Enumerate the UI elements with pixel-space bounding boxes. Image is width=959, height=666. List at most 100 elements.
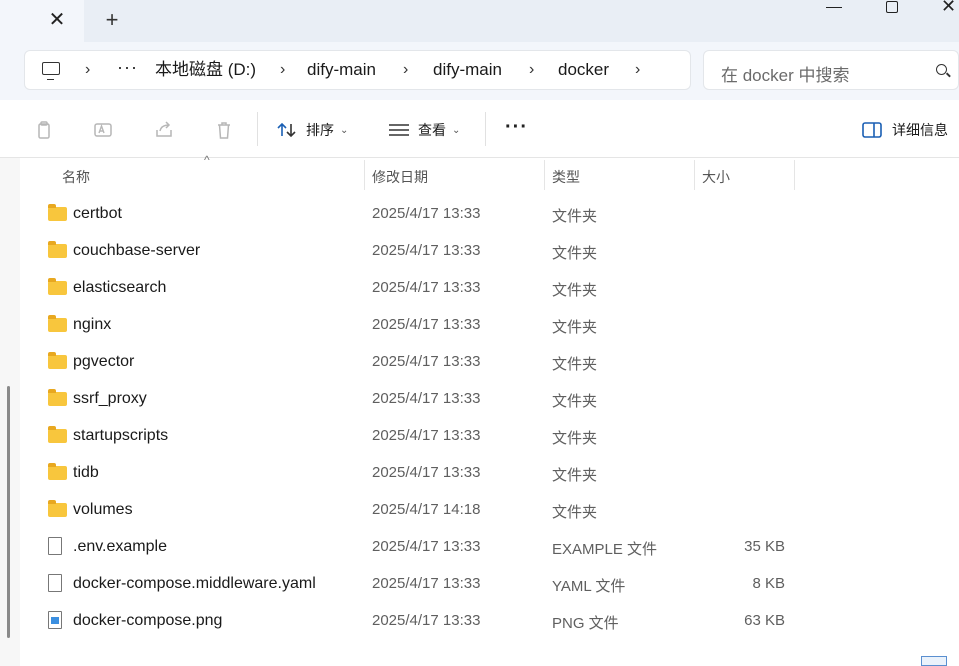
column-header-type[interactable]: 类型 xyxy=(544,158,694,192)
file-modified: 2025/4/17 13:33 xyxy=(372,538,481,555)
column-divider[interactable] xyxy=(794,160,795,190)
sort-label: 排序 xyxy=(306,122,334,138)
folder-icon xyxy=(48,241,67,258)
folder-icon xyxy=(48,204,67,221)
sort-icon xyxy=(277,122,296,138)
file-row[interactable]: volumes 2025/4/17 14:18 文件夹 xyxy=(20,492,959,529)
file-row[interactable]: ssrf_proxy 2025/4/17 13:33 文件夹 xyxy=(20,381,959,418)
address-row: › ··· 本地磁盘 (D:) › dify-main › dify-main … xyxy=(0,42,959,100)
chevron-right-icon[interactable]: › xyxy=(280,60,285,80)
chevron-right-icon[interactable]: › xyxy=(403,60,408,80)
file-icon xyxy=(48,537,62,555)
computer-icon[interactable] xyxy=(42,62,60,80)
folder-icon xyxy=(48,426,67,443)
file-type: PNG 文件 xyxy=(552,615,619,632)
view-button[interactable]: 查看 ⌄ xyxy=(388,119,460,141)
search-placeholder: 在 docker 中搜索 xyxy=(721,66,850,85)
navigation-pane[interactable] xyxy=(0,158,20,666)
rename-icon[interactable] xyxy=(93,120,113,140)
close-tab-icon[interactable]: ✕ xyxy=(46,9,68,31)
chevron-down-icon: ⌄ xyxy=(452,124,461,136)
file-name: pgvector xyxy=(73,353,135,370)
chevron-down-icon: ⌄ xyxy=(340,124,349,136)
file-name: nginx xyxy=(73,316,112,333)
file-name: startupscripts xyxy=(73,427,169,444)
sort-button[interactable]: 排序 ⌄ xyxy=(276,119,348,141)
file-name: ssrf_proxy xyxy=(73,390,147,407)
file-name: docker-compose.middleware.yaml xyxy=(73,575,316,592)
breadcrumb-docker[interactable]: docker xyxy=(558,60,609,80)
file-row[interactable]: nginx 2025/4/17 13:33 文件夹 xyxy=(20,307,959,344)
navigation-scrollbar[interactable] xyxy=(7,386,10,638)
minimize-icon[interactable] xyxy=(826,7,842,9)
column-header-modified[interactable]: 修改日期 xyxy=(364,158,544,192)
file-modified: 2025/4/17 13:33 xyxy=(372,464,481,481)
file-type: YAML 文件 xyxy=(552,578,626,595)
folder-icon xyxy=(48,278,67,295)
share-icon[interactable] xyxy=(154,120,174,140)
search-input[interactable]: 在 docker 中搜索 xyxy=(703,50,959,90)
chevron-right-icon[interactable]: › xyxy=(635,60,640,80)
details-pane-icon xyxy=(862,122,882,138)
breadcrumb-dify-main-1[interactable]: dify-main xyxy=(307,60,376,80)
file-size: 63 KB xyxy=(744,612,785,629)
file-row[interactable]: elasticsearch 2025/4/17 13:33 文件夹 xyxy=(20,270,959,307)
folder-icon xyxy=(48,352,67,369)
column-header-size[interactable]: 大小 xyxy=(694,158,794,192)
copy-icon[interactable] xyxy=(34,120,54,140)
toolbar-divider xyxy=(485,112,486,146)
details-pane-button[interactable]: 详细信息 xyxy=(862,119,948,141)
breadcrumb-dify-main-2[interactable]: dify-main xyxy=(433,60,502,80)
file-modified: 2025/4/17 13:33 xyxy=(372,353,481,370)
file-modified: 2025/4/17 13:33 xyxy=(372,612,481,629)
chevron-right-icon[interactable]: › xyxy=(529,60,534,80)
file-row[interactable]: startupscripts 2025/4/17 13:33 文件夹 xyxy=(20,418,959,455)
toolbar-divider xyxy=(257,112,258,146)
column-size-label: 大小 xyxy=(702,169,730,185)
file-type: 文件夹 xyxy=(552,208,598,225)
window-close-icon[interactable]: ✕ xyxy=(941,0,959,15)
file-row[interactable]: docker-compose.png 2025/4/17 13:33 PNG 文… xyxy=(20,603,959,640)
file-name: .env.example xyxy=(73,538,167,555)
file-type: 文件夹 xyxy=(552,282,598,299)
breadcrumb-drive[interactable]: 本地磁盘 (D:) xyxy=(155,60,256,80)
file-modified: 2025/4/17 13:33 xyxy=(372,316,481,333)
file-name: docker-compose.png xyxy=(73,612,223,629)
file-type: 文件夹 xyxy=(552,430,598,447)
maximize-icon[interactable] xyxy=(886,1,898,13)
file-row[interactable]: pgvector 2025/4/17 13:33 文件夹 xyxy=(20,344,959,381)
file-modified: 2025/4/17 13:33 xyxy=(372,242,481,259)
image-file-icon xyxy=(48,611,62,629)
address-bar[interactable]: › ··· 本地磁盘 (D:) › dify-main › dify-main … xyxy=(24,50,691,90)
file-type: 文件夹 xyxy=(552,467,598,484)
more-crumbs-icon[interactable]: ··· xyxy=(117,57,138,78)
file-name: certbot xyxy=(73,205,122,222)
folder-icon xyxy=(48,500,67,517)
view-toggle-details-icon[interactable] xyxy=(921,656,947,666)
command-bar: 排序 ⌄ 查看 ⌄ ··· 详细信息 xyxy=(0,100,959,158)
file-row[interactable]: certbot 2025/4/17 13:33 文件夹 xyxy=(20,196,959,233)
delete-icon[interactable] xyxy=(214,120,234,140)
search-icon[interactable] xyxy=(936,64,947,75)
file-size: 8 KB xyxy=(752,575,785,592)
file-type: 文件夹 xyxy=(552,319,598,336)
active-tab[interactable]: ✕ xyxy=(0,0,84,42)
file-type: 文件夹 xyxy=(552,504,598,521)
file-row[interactable]: couchbase-server 2025/4/17 13:33 文件夹 xyxy=(20,233,959,270)
file-size: 35 KB xyxy=(744,538,785,555)
column-modified-label: 修改日期 xyxy=(372,169,428,185)
file-type: 文件夹 xyxy=(552,356,598,373)
more-options-icon[interactable]: ··· xyxy=(505,116,528,139)
new-tab-icon[interactable]: + xyxy=(101,9,123,31)
file-row[interactable]: tidb 2025/4/17 13:33 文件夹 xyxy=(20,455,959,492)
file-type: 文件夹 xyxy=(552,245,598,262)
view-icon xyxy=(389,124,409,136)
column-header-name[interactable]: 名称 xyxy=(42,158,364,192)
file-row[interactable]: .env.example 2025/4/17 13:33 EXAMPLE 文件 … xyxy=(20,529,959,566)
chevron-right-icon[interactable]: › xyxy=(85,60,90,80)
file-name: elasticsearch xyxy=(73,279,167,296)
view-label: 查看 xyxy=(418,122,446,138)
file-modified: 2025/4/17 13:33 xyxy=(372,427,481,444)
file-icon xyxy=(48,574,62,592)
file-row[interactable]: docker-compose.middleware.yaml 2025/4/17… xyxy=(20,566,959,603)
